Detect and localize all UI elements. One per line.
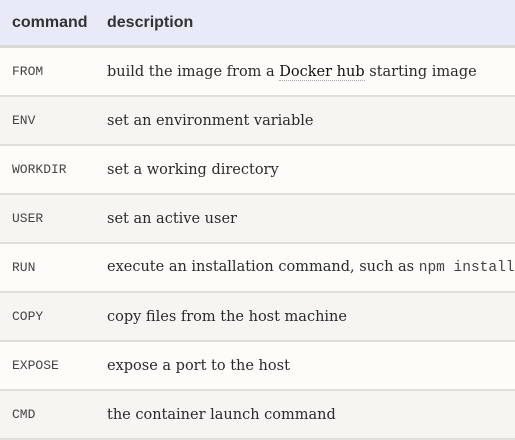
- description-cell: execute an installation command, such as…: [107, 243, 515, 293]
- table-row: CMD the container launch command: [0, 390, 515, 440]
- header-row: command description: [0, 0, 515, 48]
- description-cell: set an environment variable: [107, 96, 515, 146]
- description-cell: the container launch command: [107, 390, 515, 440]
- command-cell: FROM: [0, 46, 107, 97]
- header-command: command: [0, 0, 107, 48]
- command-cell: EXPOSE: [0, 341, 107, 391]
- table-row: ENV set an environment variable: [0, 96, 515, 146]
- command-cell: WORKDIR: [0, 145, 107, 195]
- description-cell: copy files from the host machine: [107, 292, 515, 342]
- table-row: COPY copy files from the host machine: [0, 292, 515, 342]
- docker-commands-table: command description FROM build the image…: [0, 0, 515, 440]
- description-cell: set an active user: [107, 194, 515, 244]
- docker-hub-link[interactable]: Docker hub: [279, 63, 365, 81]
- header-description: description: [107, 0, 515, 48]
- description-cell: expose a port to the host: [107, 341, 515, 391]
- command-cell: CMD: [0, 390, 107, 440]
- command-cell: USER: [0, 194, 107, 244]
- table-row: WORKDIR set a working directory: [0, 145, 515, 195]
- table-row: FROM build the image from a Docker hub s…: [0, 46, 515, 97]
- command-cell: RUN: [0, 243, 107, 293]
- table-row: RUN execute an installation command, suc…: [0, 243, 515, 293]
- inline-code: npm install: [418, 260, 515, 276]
- command-cell: ENV: [0, 96, 107, 146]
- table-row: EXPOSE expose a port to the host: [0, 341, 515, 391]
- description-text: build the image from a: [107, 63, 280, 80]
- table-row: USER set an active user: [0, 194, 515, 244]
- command-cell: COPY: [0, 292, 107, 342]
- description-cell: set a working directory: [107, 145, 515, 195]
- description-cell: build the image from a Docker hub starti…: [107, 46, 515, 97]
- description-text: execute an installation command, such as: [107, 259, 419, 275]
- description-text: starting image: [364, 63, 477, 80]
